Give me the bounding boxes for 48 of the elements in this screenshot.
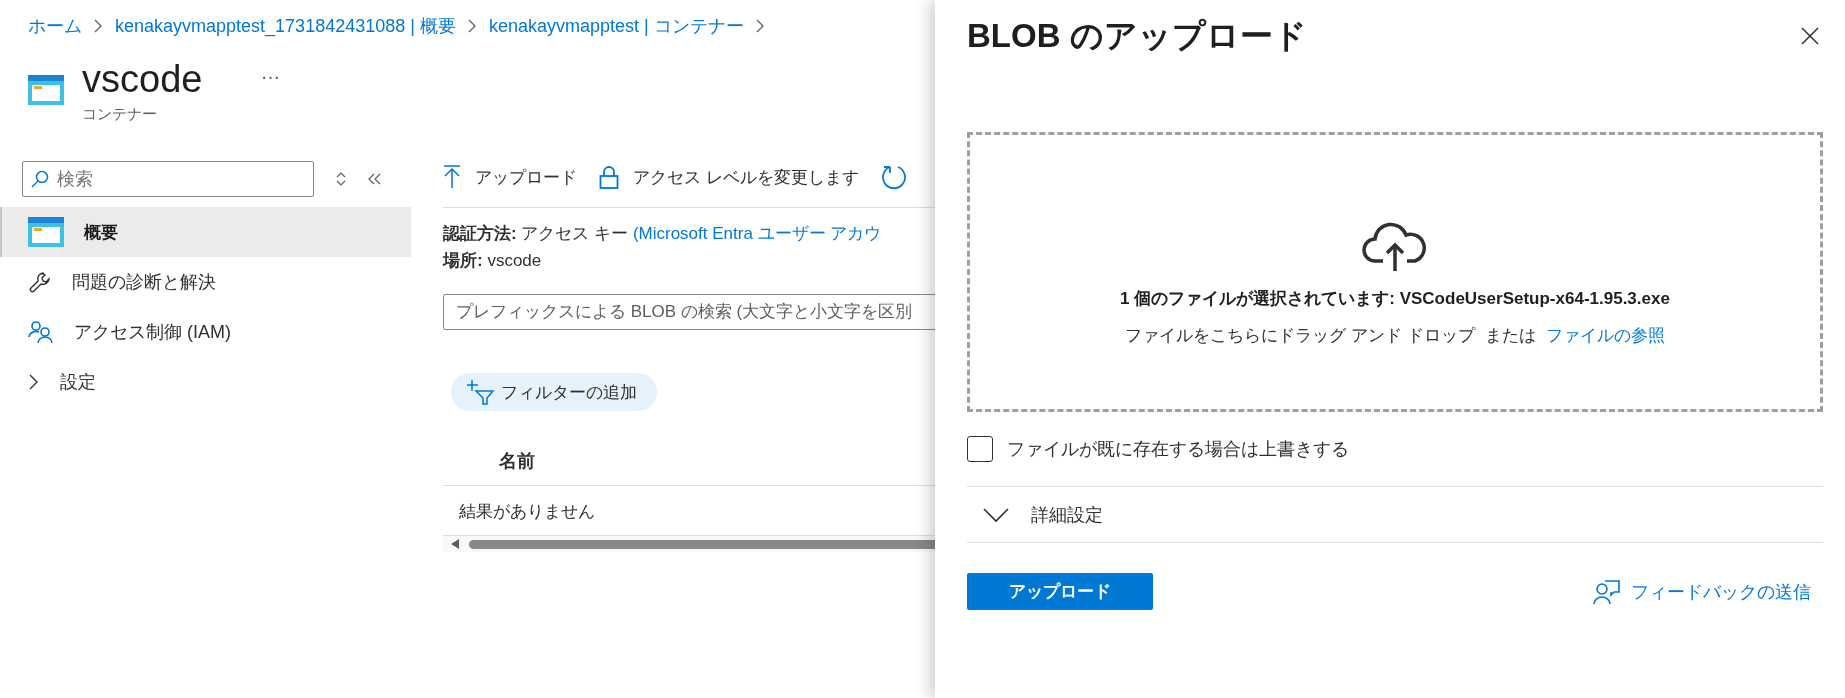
panel-title: BLOB のアップロード — [967, 15, 1307, 56]
upload-arrow-icon — [443, 165, 461, 189]
filter-add-icon — [467, 379, 495, 405]
scroll-left-icon[interactable] — [451, 539, 459, 549]
feedback-link[interactable]: フィードバックの送信 — [1593, 578, 1811, 605]
nav-item[interactable]: 設定 — [0, 357, 411, 407]
feedback-icon — [1593, 578, 1621, 605]
chevron-icon — [94, 19, 103, 33]
cloud-upload-icon — [1361, 221, 1429, 273]
refresh-icon[interactable] — [880, 164, 907, 190]
or-text: または — [1484, 325, 1536, 347]
chevron-icon — [755, 19, 765, 33]
search-field[interactable]: 検索 — [22, 161, 314, 197]
advanced-settings-toggle[interactable]: 詳細設定 — [967, 487, 1823, 543]
chevron-icon — [983, 506, 1009, 523]
overwrite-checkbox[interactable] — [967, 436, 993, 462]
nav-item[interactable]: 問題の診断と解決 — [0, 257, 411, 307]
nav-item[interactable]: アクセス制御 (IAM) — [0, 307, 411, 357]
wrench-icon — [28, 270, 52, 294]
toolbar-button[interactable]: アクセス レベルを変更します — [599, 165, 859, 189]
people-icon — [28, 320, 54, 344]
horizontal-scrollbar[interactable] — [443, 536, 935, 552]
resource-type: コンテナー — [82, 105, 158, 124]
blob-search-field[interactable]: プレフィックスによる BLOB の検索 (大文字と小文字を区別 — [443, 294, 935, 330]
drop-zone[interactable]: 1 個のファイルが選択されています: VSCodeUserSetup-x64-1.95.3.exe ファイルをこちらにドラッグ アンド ドロップ または ファイルの参照 — [967, 132, 1823, 412]
selected-file-text: 1 個のファイルが選択されています: VSCodeUserSetup-x64-1.95.3.exe — [1120, 288, 1670, 310]
more-button[interactable]: … — [256, 61, 285, 84]
browse-files-link[interactable]: ファイルの参照 — [1545, 324, 1665, 347]
upload-button[interactable]: アップロード — [967, 573, 1153, 610]
add-filter-button[interactable]: フィルターの追加 — [451, 373, 657, 411]
location-text: 場所: vscode — [443, 250, 543, 272]
container-icon — [28, 217, 64, 247]
chevron-right-icon — [28, 373, 40, 391]
breadcrumb-link[interactable]: kenakayvmapptest | コンテナー — [488, 14, 744, 38]
breadcrumb-link[interactable]: ホーム — [28, 14, 82, 38]
breadcrumb-link[interactable]: kenakayvmapptest_1731842431088 | 概要 — [115, 14, 456, 38]
drop-hint-text: ファイルをこちらにドラッグ アンド ドロップ — [1125, 325, 1475, 347]
auth-method-text: 認証方法: アクセス キー (Microsoft Entra ユーザー アカウ — [443, 223, 883, 245]
sort-icon[interactable] — [336, 172, 346, 186]
overwrite-label: ファイルが既に存在する場合は上書きする — [1007, 438, 1349, 461]
auth-switch-link[interactable]: (Microsoft Entra ユーザー アカウ — [632, 224, 882, 243]
resource-title: vscode — [82, 57, 203, 101]
container-icon — [28, 75, 64, 105]
toolbar-button[interactable]: アップロード — [443, 165, 577, 189]
nav-item[interactable]: 概要 — [0, 207, 411, 257]
collapse-icon[interactable] — [368, 173, 382, 185]
chevron-icon — [467, 19, 477, 33]
lock-icon — [599, 165, 619, 189]
